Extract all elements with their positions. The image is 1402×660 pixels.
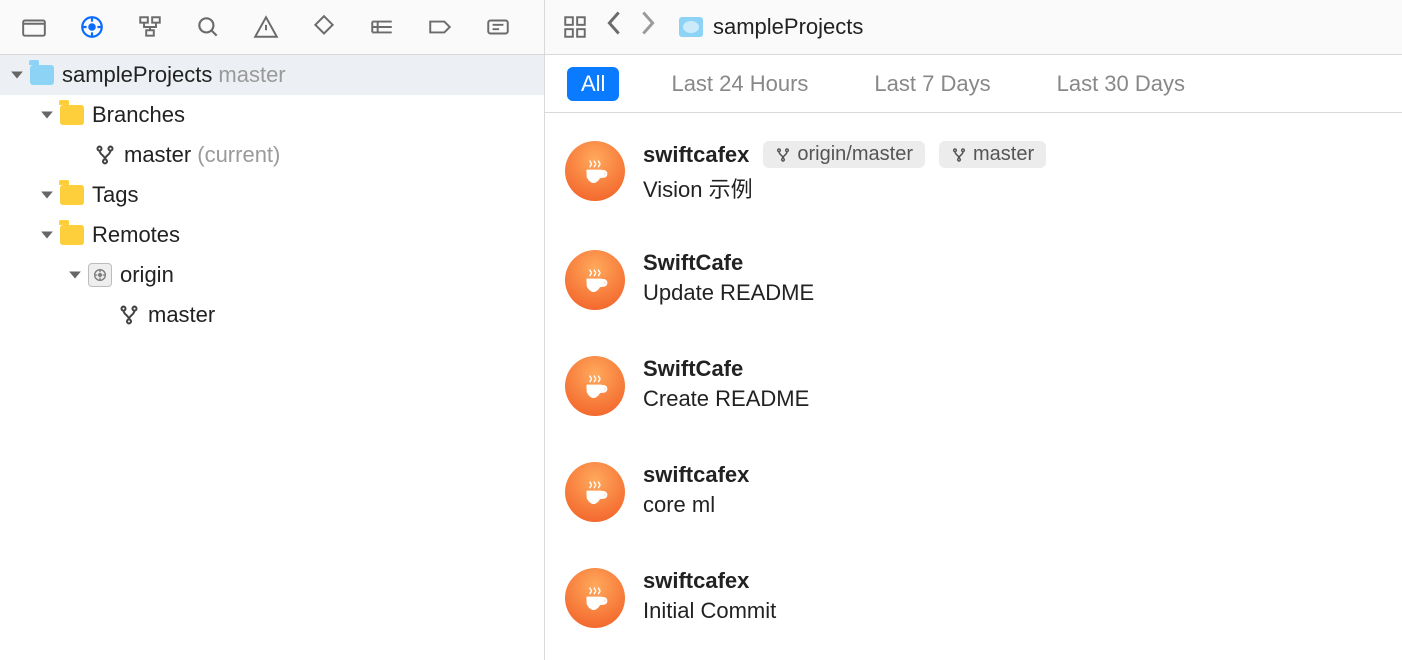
filter-all[interactable]: All xyxy=(567,67,619,101)
sidebar-remote-branch-master[interactable]: master xyxy=(0,295,544,335)
commit-row[interactable]: swiftcafex core ml xyxy=(565,448,1382,536)
chevron-down-icon[interactable] xyxy=(66,266,84,284)
avatar xyxy=(565,250,625,310)
branch-badge-label: master xyxy=(973,143,1034,166)
remote-name: origin xyxy=(120,262,174,288)
symbols-icon[interactable] xyxy=(134,11,166,43)
tags-label: Tags xyxy=(92,182,138,208)
commit-author: swiftcafex xyxy=(643,462,749,488)
source-control-icon[interactable] xyxy=(76,11,108,43)
toolbar-left xyxy=(0,0,545,54)
project-folder-icon xyxy=(30,65,54,85)
remote-branch-name: master xyxy=(148,302,215,328)
branch-badge: origin/master xyxy=(763,141,925,168)
grid-icon[interactable] xyxy=(559,11,591,43)
remotes-folder-icon xyxy=(60,225,84,245)
filter-7d[interactable]: Last 7 Days xyxy=(860,67,1004,101)
project-root-branch: master xyxy=(218,62,285,88)
branch-badge: master xyxy=(939,141,1046,168)
toolbar: sampleProjects xyxy=(0,0,1402,55)
branch-icon xyxy=(775,147,791,163)
project-root-name: sampleProjects xyxy=(62,62,212,88)
commit-message: Update README xyxy=(643,280,814,306)
breakpoints-icon[interactable] xyxy=(424,11,456,43)
branch-badge-label: origin/master xyxy=(797,143,913,166)
branch-icon xyxy=(94,144,116,166)
filter-bar: All Last 24 Hours Last 7 Days Last 30 Da… xyxy=(545,55,1402,113)
source-control-navigator: sampleProjects master Branches master (c… xyxy=(0,55,545,660)
branch-icon xyxy=(951,147,967,163)
chevron-down-icon[interactable] xyxy=(38,226,56,244)
debug-icon[interactable] xyxy=(366,11,398,43)
commit-message: core ml xyxy=(643,492,749,518)
sidebar-branches[interactable]: Branches xyxy=(0,95,544,135)
sidebar-tree: sampleProjects master Branches master (c… xyxy=(0,55,544,335)
avatar xyxy=(565,141,625,201)
nav-forward-icon xyxy=(631,9,665,45)
commit-row[interactable]: SwiftCafe Create README xyxy=(565,342,1382,430)
avatar xyxy=(565,462,625,522)
avatar xyxy=(565,568,625,628)
commit-row[interactable]: swiftcafex origin/master master Vision 示例 xyxy=(565,127,1382,218)
commit-list: swiftcafex origin/master master Vision 示例 Sw… xyxy=(545,113,1402,656)
sidebar-branch-master[interactable]: master (current) xyxy=(0,135,544,175)
remote-icon xyxy=(88,263,112,287)
breadcrumb-folder-icon xyxy=(679,17,703,37)
sidebar-tags[interactable]: Tags xyxy=(0,175,544,215)
tests-icon[interactable] xyxy=(308,11,340,43)
commit-author: swiftcafex xyxy=(643,142,749,168)
branch-suffix: (current) xyxy=(197,142,280,168)
branches-label: Branches xyxy=(92,102,185,128)
filter-24h[interactable]: Last 24 Hours xyxy=(657,67,822,101)
folder-icon[interactable] xyxy=(18,11,50,43)
breadcrumb-project-name[interactable]: sampleProjects xyxy=(713,14,863,40)
avatar xyxy=(565,356,625,416)
nav-back-icon[interactable] xyxy=(597,9,631,45)
commit-author: swiftcafex xyxy=(643,568,749,594)
reports-icon[interactable] xyxy=(482,11,514,43)
search-icon[interactable] xyxy=(192,11,224,43)
sidebar-remote-origin[interactable]: origin xyxy=(0,255,544,295)
chevron-down-icon[interactable] xyxy=(8,66,26,84)
sidebar-remotes[interactable]: Remotes xyxy=(0,215,544,255)
warnings-icon[interactable] xyxy=(250,11,282,43)
content: All Last 24 Hours Last 7 Days Last 30 Da… xyxy=(545,55,1402,660)
commit-row[interactable]: SwiftCafe Update README xyxy=(565,236,1382,324)
filter-30d[interactable]: Last 30 Days xyxy=(1043,67,1199,101)
branches-folder-icon xyxy=(60,105,84,125)
commit-message: Initial Commit xyxy=(643,598,776,624)
commit-message: Create README xyxy=(643,386,809,412)
commit-message: Vision 示例 xyxy=(643,172,1046,204)
tags-folder-icon xyxy=(60,185,84,205)
branch-icon xyxy=(118,304,140,326)
chevron-down-icon[interactable] xyxy=(38,186,56,204)
commit-author: SwiftCafe xyxy=(643,356,743,382)
remotes-label: Remotes xyxy=(92,222,180,248)
commit-row[interactable]: swiftcafex Initial Commit xyxy=(565,554,1382,642)
chevron-down-icon[interactable] xyxy=(38,106,56,124)
sidebar-project-root[interactable]: sampleProjects master xyxy=(0,55,544,95)
branch-name: master xyxy=(124,142,191,168)
toolbar-right: sampleProjects xyxy=(545,0,1402,54)
commit-author: SwiftCafe xyxy=(643,250,743,276)
